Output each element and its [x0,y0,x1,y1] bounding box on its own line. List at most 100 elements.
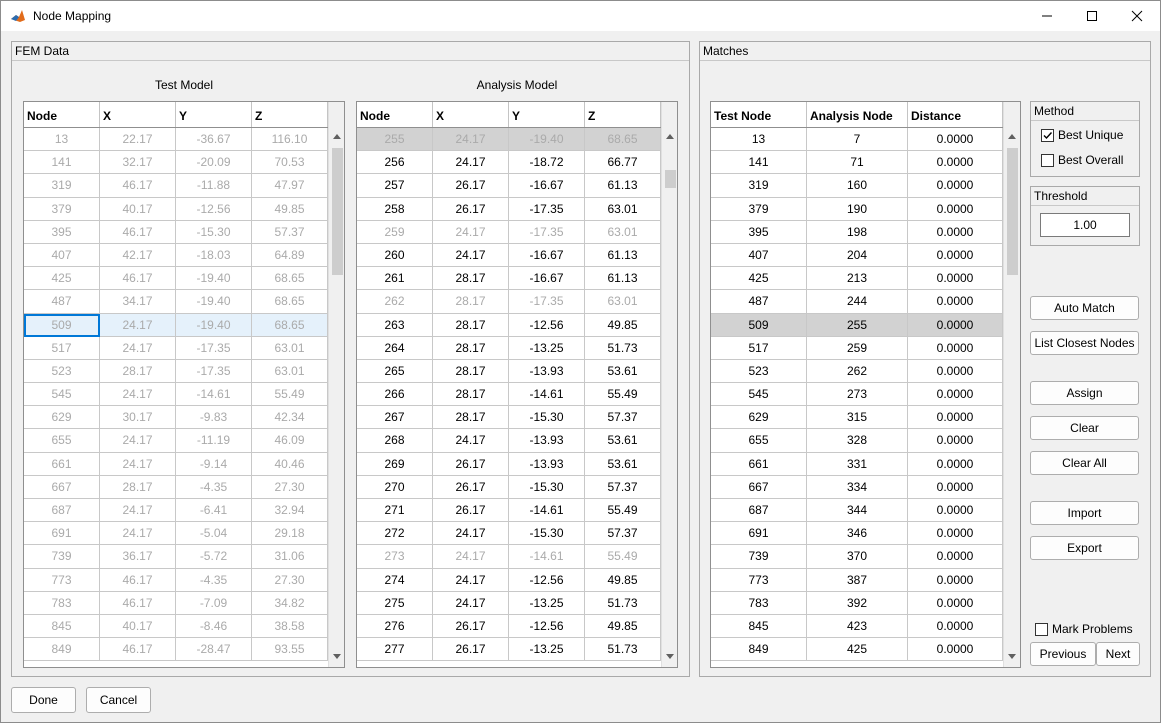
best-unique-checkbox[interactable] [1041,129,1054,142]
table-cell[interactable]: 24.17 [100,452,176,476]
table-cell[interactable]: 629 [24,406,100,430]
table-cell[interactable]: 0.0000 [908,452,1003,476]
table-cell[interactable]: 30.17 [100,406,176,430]
table-cell[interactable]: 0.0000 [908,313,1003,337]
table-cell[interactable]: -15.30 [176,220,252,244]
table-row[interactable]: 257 26.17 -16.67 61.13 [357,174,661,198]
table-row[interactable]: 269 26.17 -13.93 53.61 [357,452,661,476]
table-cell[interactable]: 46.17 [100,568,176,592]
table-cell[interactable]: 425 [711,267,807,291]
table-row[interactable]: 425 213 0.0000 [711,267,1003,291]
table-cell[interactable]: 259 [357,220,433,244]
matches-table-scrollbar[interactable] [1003,102,1020,667]
table-row[interactable]: 271 26.17 -14.61 55.49 [357,499,661,523]
table-row[interactable]: 487 34.17 -19.40 68.65 [24,290,328,314]
column-header[interactable]: Y [176,102,252,127]
table-cell[interactable]: 0.0000 [908,638,1003,662]
table-cell[interactable]: 61.13 [585,243,661,268]
table-cell[interactable]: 24.17 [100,522,176,546]
table-cell[interactable]: 523 [711,359,807,384]
scroll-thumb[interactable] [665,170,676,188]
table-row[interactable]: 319 46.17 -11.88 47.97 [24,174,328,198]
table-cell[interactable]: 739 [711,545,807,569]
import-button[interactable]: Import [1030,501,1139,525]
table-cell[interactable]: 783 [24,591,100,615]
table-cell[interactable]: 46.17 [100,220,176,244]
table-row[interactable]: 425 46.17 -19.40 68.65 [24,267,328,291]
table-cell[interactable]: 265 [357,359,433,384]
table-row[interactable]: 274 24.17 -12.56 49.85 [357,568,661,592]
table-row[interactable]: 263 28.17 -12.56 49.85 [357,313,661,337]
table-row[interactable]: 407 42.17 -18.03 64.89 [24,243,328,268]
table-cell[interactable]: 68.65 [252,290,328,314]
table-row[interactable]: 260 24.17 -16.67 61.13 [357,243,661,268]
table-cell[interactable]: -17.35 [176,336,252,360]
table-cell[interactable]: 51.73 [585,591,661,615]
table-cell[interactable]: 0.0000 [908,151,1003,175]
table-cell[interactable]: 28.17 [433,267,509,291]
table-cell[interactable]: 0.0000 [908,243,1003,268]
list-closest-nodes-button[interactable]: List Closest Nodes [1030,331,1139,355]
table-cell[interactable]: 0.0000 [908,568,1003,592]
table-cell[interactable]: 213 [807,267,908,291]
table-cell[interactable]: 55.49 [585,499,661,523]
table-cell[interactable]: 0.0000 [908,336,1003,360]
analysis-model-table[interactable]: Node X Y Z 255 24.17 -19.40 68.65 256 24.17 -18.7… [356,101,678,668]
table-cell[interactable]: 0.0000 [908,359,1003,384]
column-header[interactable]: Node [357,102,433,127]
table-cell[interactable]: 273 [357,545,433,569]
table-cell[interactable]: -13.93 [509,429,585,453]
table-cell[interactable]: 68.65 [585,128,661,152]
table-cell[interactable]: 28.17 [433,359,509,384]
table-cell[interactable]: 26.17 [433,452,509,476]
table-cell[interactable]: -4.35 [176,475,252,499]
table-cell[interactable]: 629 [711,406,807,430]
table-cell[interactable]: 13 [711,128,807,152]
assign-button[interactable]: Assign [1030,381,1139,405]
table-cell[interactable]: -15.30 [509,522,585,546]
table-cell[interactable]: 63.01 [585,220,661,244]
table-cell[interactable]: 277 [357,638,433,662]
table-row[interactable]: 691 346 0.0000 [711,522,1003,546]
table-cell[interactable]: 28.17 [433,313,509,337]
table-cell[interactable]: -14.61 [509,499,585,523]
scroll-up-icon[interactable] [1008,134,1016,139]
table-cell[interactable]: -12.56 [509,313,585,337]
scroll-up-icon[interactable] [666,134,674,139]
table-cell[interactable]: -18.72 [509,151,585,175]
table-cell[interactable]: 773 [24,568,100,592]
table-cell[interactable]: 346 [807,522,908,546]
table-cell[interactable]: 66.77 [585,151,661,175]
table-cell[interactable]: 0.0000 [908,614,1003,639]
table-row[interactable]: 691 24.17 -5.04 29.18 [24,522,328,546]
table-cell[interactable]: 64.89 [252,243,328,268]
table-cell[interactable]: 32.17 [100,151,176,175]
table-cell[interactable]: -12.56 [509,568,585,592]
table-cell[interactable]: 63.01 [252,336,328,360]
table-row[interactable]: 739 370 0.0000 [711,545,1003,569]
table-cell[interactable]: 55.49 [585,545,661,569]
auto-match-button[interactable]: Auto Match [1030,296,1139,320]
column-header[interactable]: X [100,102,176,127]
table-cell[interactable]: 273 [807,383,908,407]
table-cell[interactable]: -15.30 [509,406,585,430]
table-cell[interactable]: 379 [711,197,807,221]
table-cell[interactable]: -6.41 [176,499,252,523]
table-cell[interactable]: 270 [357,475,433,499]
table-cell[interactable]: 24.17 [433,151,509,175]
table-cell[interactable]: 257 [357,174,433,198]
column-header[interactable]: Node [24,102,100,127]
table-cell[interactable]: 0.0000 [908,290,1003,314]
table-cell[interactable]: 29.18 [252,522,328,546]
table-cell[interactable]: 392 [807,591,908,615]
table-cell[interactable]: 773 [711,568,807,592]
column-header[interactable]: Test Node [711,102,807,127]
column-header[interactable]: Distance [908,102,1003,127]
table-cell[interactable]: 24.17 [100,313,176,337]
table-cell[interactable]: 38.58 [252,614,328,639]
table-cell[interactable]: 7 [807,128,908,152]
table-cell[interactable]: 22.17 [100,128,176,152]
table-row[interactable]: 523 28.17 -17.35 63.01 [24,359,328,384]
table-cell[interactable]: 739 [24,545,100,569]
scroll-down-icon[interactable] [666,654,674,659]
